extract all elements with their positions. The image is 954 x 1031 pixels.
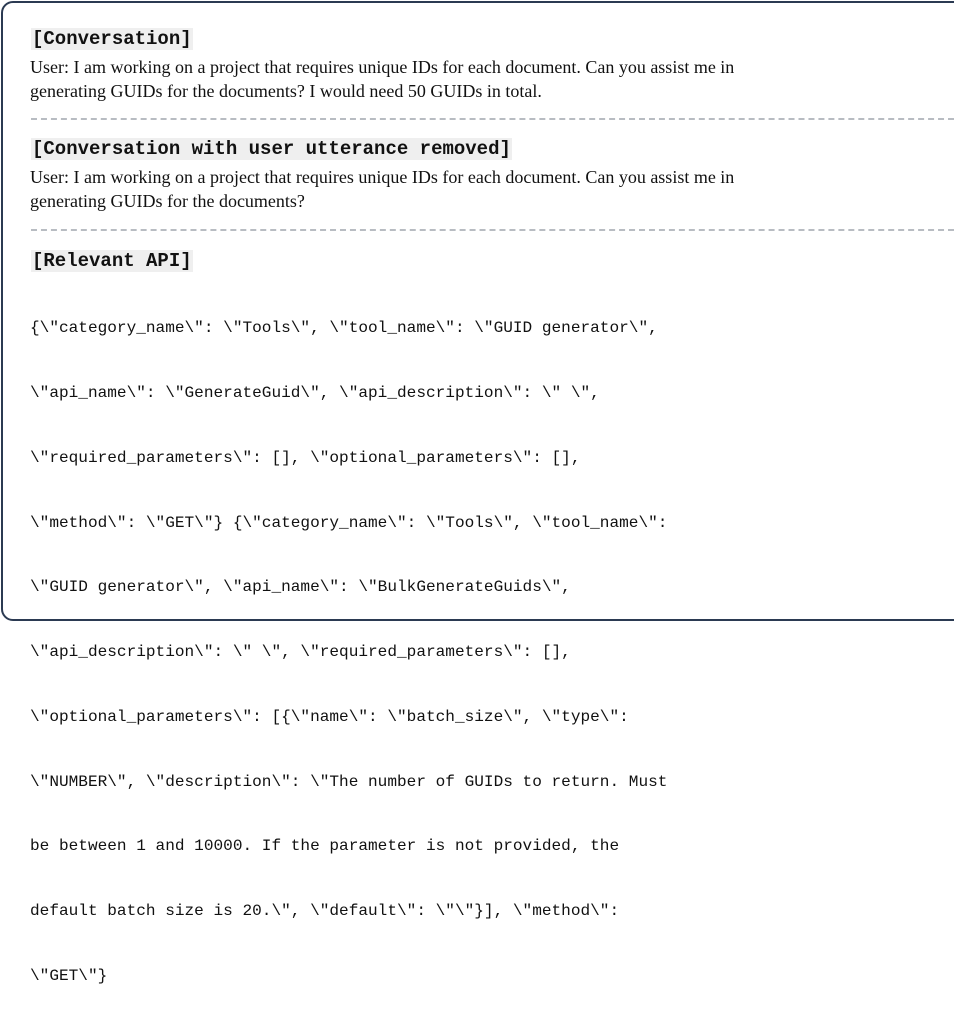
api-code-line: \"GUID generator\", \"api_name\": \"Bulk…	[30, 578, 571, 597]
conversation-line: User: I am working on a project that req…	[30, 57, 735, 77]
conversation-text: User: I am working on a project that req…	[30, 55, 930, 103]
api-code-line: \"GET\"}	[30, 967, 108, 985]
conversation-section: [Conversation] User: I am working on a p…	[30, 28, 954, 103]
conversation-removed-text: User: I am working on a project that req…	[30, 165, 930, 213]
api-code-line: \"api_description\": \" \", \"required_p…	[30, 643, 571, 662]
conversation-heading: [Conversation]	[31, 28, 193, 50]
api-code-line: \"method\": \"GET\"} {\"category_name\":…	[30, 513, 668, 532]
api-code-line: default batch size is 20.\", \"default\"…	[30, 902, 620, 921]
api-code-line: \"required_parameters\": [], \"optional_…	[30, 448, 581, 467]
api-code-line: \"NUMBER\", \"description\": \"The numbe…	[30, 772, 668, 791]
conversation-removed-line: User: I am working on a project that req…	[30, 167, 735, 187]
conversation-line: generating GUIDs for the documents? I wo…	[30, 81, 542, 101]
api-code-line: \"optional_parameters\": [{\"name\": \"b…	[30, 707, 629, 726]
section-divider	[31, 118, 954, 120]
relevant-api-heading: [Relevant API]	[31, 250, 193, 272]
section-divider	[31, 229, 954, 231]
api-code-line: be between 1 and 10000. If the parameter…	[30, 837, 620, 856]
conversation-removed-section: [Conversation with user utterance remove…	[30, 138, 954, 213]
api-code-line: {\"category_name\": \"Tools\", \"tool_na…	[30, 319, 658, 338]
relevant-api-code: {\"category_name\": \"Tools\", \"tool_na…	[30, 275, 954, 1031]
conversation-removed-heading: [Conversation with user utterance remove…	[31, 138, 512, 160]
api-code-line: \"api_name\": \"GenerateGuid\", \"api_de…	[30, 383, 600, 402]
conversation-removed-line: generating GUIDs for the documents?	[30, 191, 305, 211]
relevant-api-section: [Relevant API] {\"category_name\": \"Too…	[30, 250, 954, 1031]
